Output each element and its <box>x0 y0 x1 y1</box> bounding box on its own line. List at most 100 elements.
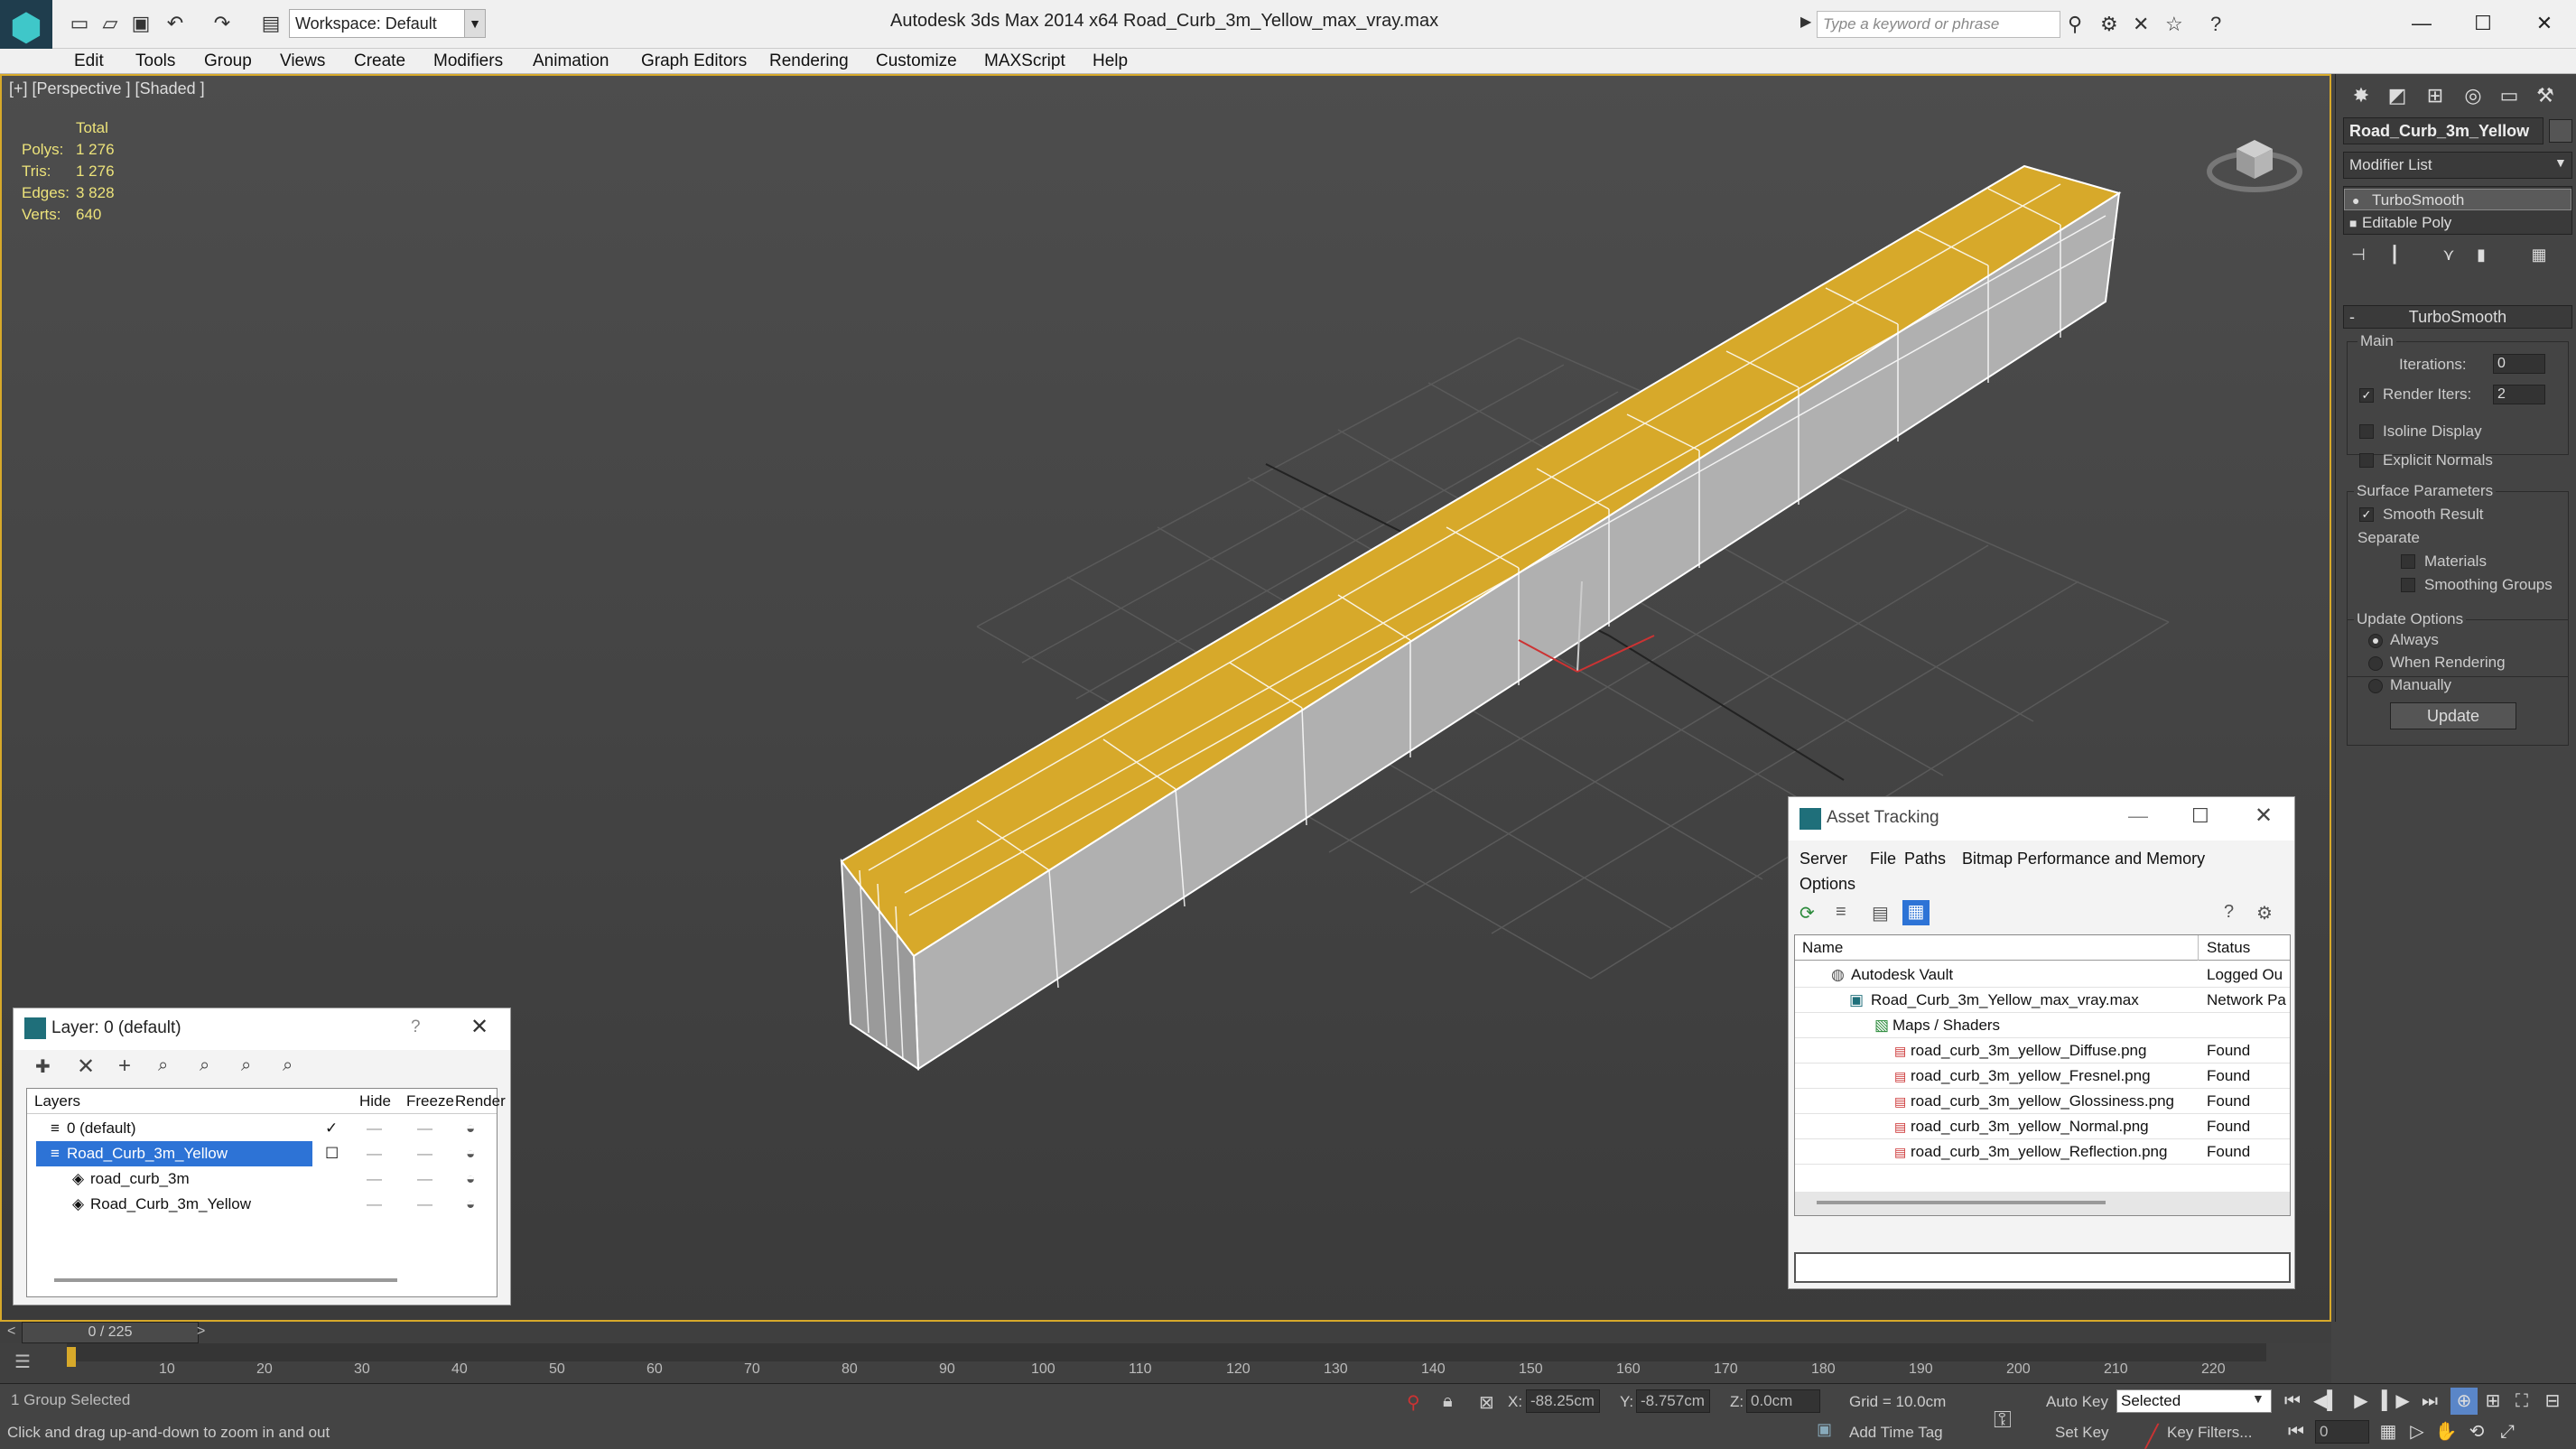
menu-create[interactable]: Create <box>345 49 414 74</box>
make-unique-icon[interactable]: ⋎ <box>2435 246 2462 269</box>
time-prev-button[interactable]: < <box>7 1324 15 1340</box>
time-slider-thumb[interactable]: 0 / 225 <box>22 1322 199 1343</box>
horizontal-scrollbar[interactable] <box>54 1278 397 1282</box>
motion-tab-icon[interactable]: ◎ <box>2457 79 2489 112</box>
render-toggle-icon[interactable]: ◒ <box>466 1141 475 1166</box>
play-icon[interactable]: ▶ <box>2348 1388 2375 1415</box>
menu-modifiers[interactable]: Modifiers <box>424 49 512 74</box>
isolate-selection-icon[interactable]: ⚲ <box>1407 1391 1420 1414</box>
asset-row[interactable]: ▤ road_curb_3m_yellow_Glossiness.png Fou… <box>1795 1089 2290 1114</box>
asset-row[interactable]: ▣ Road_Curb_3m_Yellow_max_vray.max Netwo… <box>1795 988 2290 1013</box>
current-frame-field[interactable]: 0 <box>2315 1420 2369 1444</box>
layer-row[interactable]: ◈ road_curb_3m — — ◒ <box>27 1166 497 1192</box>
column-freeze[interactable]: Freeze <box>406 1089 454 1114</box>
layer-row[interactable]: ◈ Road_Curb_3m_Yellow — — ◒ <box>27 1192 497 1217</box>
utilities-tab-icon[interactable]: ⚒ <box>2529 79 2562 112</box>
time-next-button[interactable]: > <box>197 1324 205 1340</box>
asset-row[interactable]: ▤ road_curb_3m_yellow_Normal.png Found <box>1795 1114 2290 1139</box>
go-to-start-icon[interactable]: ⏮ <box>2279 1388 2306 1415</box>
hide-all-layers-icon[interactable]: ⌕ <box>241 1055 251 1076</box>
object-name-field[interactable]: Road_Curb_3m_Yellow <box>2343 117 2543 144</box>
help-icon[interactable]: ? <box>2210 13 2221 36</box>
undo-icon[interactable]: ↶ <box>163 11 188 36</box>
key-mode-icon[interactable]: ⏮ <box>2283 1418 2310 1445</box>
chevron-down-icon[interactable]: ▼ <box>2252 1391 2264 1406</box>
layer-help-icon[interactable]: ? <box>411 1017 421 1037</box>
track-bar[interactable]: ☰ 10 20 30 40 50 60 70 80 90 100 110 120… <box>0 1343 2331 1383</box>
workspace-dropdown-icon[interactable]: ▼ <box>464 9 486 38</box>
hide-toggle[interactable]: — <box>367 1141 382 1166</box>
asset-close-button[interactable]: ✕ <box>2255 803 2273 829</box>
highlight-layer-icon[interactable]: ⌕ <box>200 1055 209 1076</box>
menu-group[interactable]: Group <box>195 49 261 74</box>
object-color-swatch[interactable] <box>2549 119 2572 143</box>
pin-stack-icon[interactable]: ⊣ <box>2345 246 2372 269</box>
layer-close-icon[interactable]: ✕ <box>470 1014 488 1040</box>
asset-settings-icon[interactable]: ⚙ <box>2256 902 2273 924</box>
asset-row[interactable]: ◍ Autodesk Vault Logged Ou <box>1795 962 2290 988</box>
go-to-end-icon[interactable]: ⏭ <box>2416 1388 2443 1415</box>
zoom-all-icon[interactable]: ⊞ <box>2479 1388 2506 1415</box>
asset-menu-options[interactable]: Options <box>1799 875 1855 894</box>
create-tab-icon[interactable]: ✸ <box>2345 79 2377 112</box>
lightbulb-icon[interactable]: ● <box>2352 190 2359 211</box>
hierarchy-tab-icon[interactable]: ⊞ <box>2419 79 2451 112</box>
menu-help[interactable]: Help <box>1083 49 1137 74</box>
minimize-button[interactable]: — <box>2395 5 2449 42</box>
hide-toggle[interactable]: — <box>367 1116 382 1141</box>
stack-item-turbosmooth[interactable]: ● TurboSmooth <box>2344 189 2571 210</box>
modify-tab-icon[interactable]: ◩ <box>2381 79 2413 112</box>
asset-row[interactable]: ▤ road_curb_3m_yellow_Fresnel.png Found <box>1795 1064 2290 1089</box>
stack-item-editable-poly[interactable]: ■ Editable Poly <box>2344 212 2571 234</box>
layer-row[interactable]: ≡ 0 (default) ✓ — — ◒ <box>27 1116 497 1141</box>
freeze-toggle[interactable]: — <box>417 1141 432 1166</box>
table-view-icon[interactable]: ▦ <box>1902 900 1930 925</box>
modifier-list-dropdown[interactable]: Modifier List <box>2343 152 2572 179</box>
menu-edit[interactable]: Edit <box>65 49 113 74</box>
track-ruler[interactable] <box>67 1343 2266 1361</box>
column-layers[interactable]: Layers <box>34 1089 80 1114</box>
layer-row[interactable]: ≡ Road_Curb_3m_Yellow ☐ — — ◒ <box>27 1141 497 1166</box>
expand-icon[interactable]: ■ <box>2349 212 2357 234</box>
default-key-tangent-icon[interactable]: ╱ <box>2145 1424 2158 1449</box>
y-coordinate-field[interactable]: -8.757cm <box>1636 1389 1710 1413</box>
menu-views[interactable]: Views <box>271 49 334 74</box>
when-rendering-radio[interactable] <box>2368 656 2383 671</box>
update-button[interactable]: Update <box>2390 702 2516 729</box>
zoom-extents-icon[interactable]: ⛶ <box>2508 1388 2535 1415</box>
absolute-mode-icon[interactable]: ⊠ <box>1479 1391 1494 1414</box>
x-coordinate-field[interactable]: -88.25cm <box>1526 1389 1600 1413</box>
new-layer-icon[interactable]: ✚ <box>35 1055 51 1078</box>
freeze-toggle[interactable]: — <box>417 1166 432 1192</box>
render-toggle-icon[interactable]: ◒ <box>466 1192 475 1217</box>
hide-toggle[interactable]: — <box>367 1192 382 1217</box>
communication-icon[interactable]: ✕ <box>2133 13 2149 36</box>
smoothing-groups-checkbox[interactable] <box>2401 578 2415 592</box>
show-end-result-icon[interactable]: ┃ <box>2381 246 2408 269</box>
render-iters-spinner[interactable]: 2 <box>2493 385 2545 404</box>
zoom-icon[interactable]: ⊕ <box>2450 1388 2478 1415</box>
refresh-icon[interactable]: ⟳ <box>1799 902 1815 924</box>
menu-maxscript[interactable]: MAXScript <box>975 49 1074 74</box>
field-of-view-icon[interactable]: ▷ <box>2404 1418 2431 1445</box>
hide-toggle[interactable]: — <box>367 1166 382 1192</box>
menu-customize[interactable]: Customize <box>867 49 966 74</box>
asset-minimize-button[interactable]: — <box>2128 804 2148 828</box>
new-file-icon[interactable]: ▭ <box>67 11 92 36</box>
collapse-icon[interactable]: - <box>2349 306 2355 328</box>
list-view-icon[interactable]: ≡ <box>1836 902 1846 923</box>
menu-graph-editors[interactable]: Graph Editors <box>632 49 756 74</box>
search-expand-icon[interactable]: ▶ <box>1800 13 1811 31</box>
workspace-select[interactable]: Workspace: Default <box>289 9 470 38</box>
display-tab-icon[interactable]: ▭ <box>2493 79 2525 112</box>
close-button[interactable]: ✕ <box>2517 5 2571 42</box>
selection-set-dropdown[interactable]: Selected <box>2116 1389 2272 1413</box>
set-key-icon[interactable]: ⚿ <box>1994 1406 2012 1435</box>
always-radio[interactable] <box>2368 634 2383 648</box>
search-input[interactable]: Type a keyword or phrase <box>1817 11 2060 38</box>
previous-frame-icon[interactable]: ◀▍ <box>2313 1388 2341 1415</box>
current-layer-box-icon[interactable]: ☐ <box>325 1141 339 1166</box>
pan-view-icon[interactable]: ✋ <box>2432 1418 2460 1445</box>
asset-row[interactable]: ▤ road_curb_3m_yellow_Diffuse.png Found <box>1795 1038 2290 1064</box>
render-toggle-icon[interactable]: ◒ <box>466 1166 475 1192</box>
